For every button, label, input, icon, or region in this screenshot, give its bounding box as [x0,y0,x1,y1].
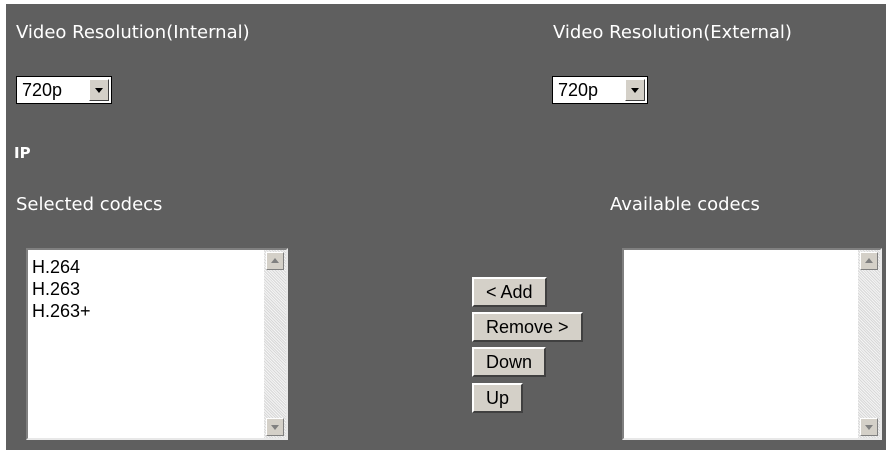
list-item[interactable]: H.263 [32,278,91,300]
internal-resolution-select[interactable]: 720p [16,76,112,104]
selected-codecs-items: H.264 H.263 H.263+ [32,256,91,322]
scroll-up-icon[interactable] [860,252,878,270]
list-item[interactable]: H.263+ [32,300,91,322]
selected-codecs-scrollbar[interactable] [264,250,286,438]
external-resolution-select[interactable]: 720p [552,76,648,104]
internal-resolution-value: 720p [22,80,63,100]
chevron-down-icon[interactable] [89,79,109,101]
internal-resolution-label: Video Resolution(Internal) [16,22,250,43]
available-codecs-list[interactable] [622,248,882,440]
selected-codecs-label: Selected codecs [16,194,163,215]
remove-codec-button[interactable]: Remove > [472,312,583,342]
move-up-button[interactable]: Up [472,383,524,413]
external-resolution-label: Video Resolution(External) [553,22,792,43]
ip-section-title: IP [14,144,31,162]
scroll-up-icon[interactable] [266,252,284,270]
chevron-down-icon[interactable] [625,79,645,101]
selected-codecs-list[interactable]: H.264 H.263 H.263+ [26,248,288,440]
available-codecs-label: Available codecs [610,194,760,215]
available-codecs-scrollbar[interactable] [858,250,880,438]
move-down-button[interactable]: Down [472,347,547,377]
scroll-down-icon[interactable] [266,418,284,436]
external-resolution-value: 720p [558,80,599,100]
list-item[interactable]: H.264 [32,256,91,278]
scroll-down-icon[interactable] [860,418,878,436]
add-codec-button[interactable]: < Add [472,277,547,307]
settings-panel: Video Resolution(Internal) 720p Video Re… [6,4,886,450]
